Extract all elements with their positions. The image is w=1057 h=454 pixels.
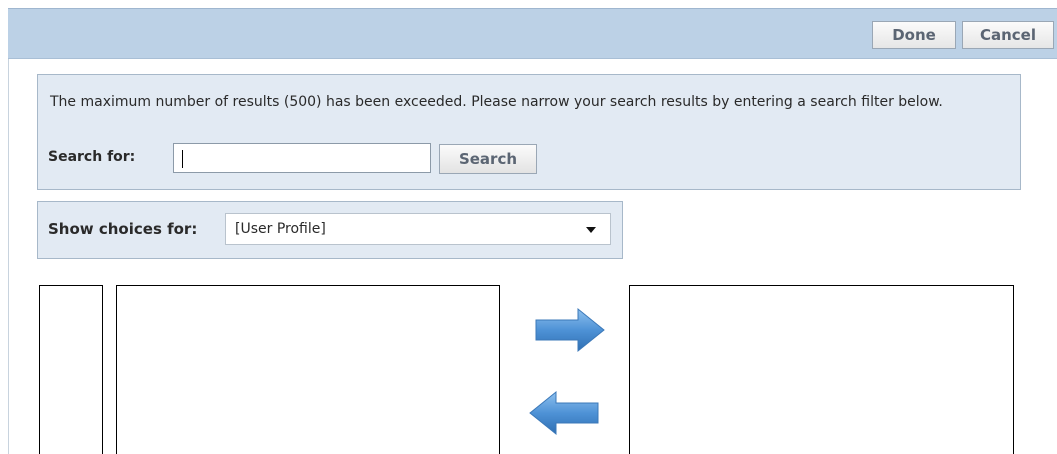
selected-choices-listbox[interactable] xyxy=(629,285,1014,454)
category-listbox[interactable] xyxy=(39,285,103,454)
remove-selection-button[interactable] xyxy=(528,388,600,438)
done-button[interactable]: Done xyxy=(872,21,956,49)
show-choices-label: Show choices for: xyxy=(48,220,198,238)
add-selection-button[interactable] xyxy=(534,305,606,355)
show-choices-panel: Show choices for: [User Profile] xyxy=(37,201,623,259)
text-caret xyxy=(182,150,183,168)
available-choices-listbox[interactable] xyxy=(116,285,500,454)
search-button[interactable]: Search xyxy=(439,144,537,174)
results-exceeded-message: The maximum number of results (500) has … xyxy=(50,94,943,110)
dialog-header-bar: Done Cancel xyxy=(8,8,1057,59)
chevron-down-icon[interactable] xyxy=(586,227,596,233)
page-margin xyxy=(0,8,8,454)
dropdown-selected-value: [User Profile] xyxy=(235,221,326,237)
show-choices-dropdown[interactable]: [User Profile] xyxy=(225,213,611,245)
search-notice-panel: The maximum number of results (500) has … xyxy=(37,74,1021,190)
search-label: Search for: xyxy=(48,149,136,165)
cancel-button[interactable]: Cancel xyxy=(962,21,1054,49)
search-input[interactable] xyxy=(173,143,431,173)
content-divider xyxy=(8,59,9,454)
arrow-left-icon xyxy=(529,390,599,436)
arrow-right-icon xyxy=(535,307,605,353)
